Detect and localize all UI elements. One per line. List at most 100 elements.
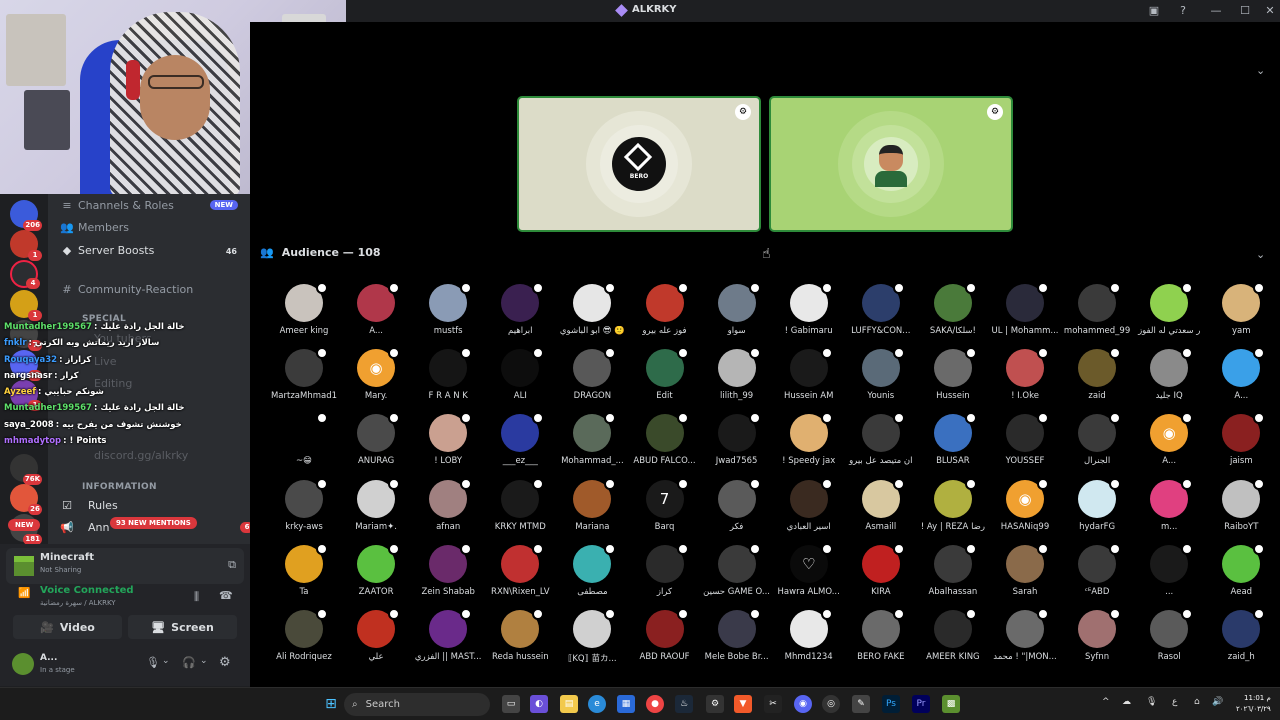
audience-member[interactable]: ABUD FALCO... <box>629 412 701 479</box>
audience-member[interactable]: UL | Mohamm... <box>989 282 1061 349</box>
audience-member[interactable]: الفزري || MAST... <box>412 608 484 675</box>
audience-member[interactable]: A... <box>1205 347 1277 414</box>
audience-member[interactable]: Asmaill <box>845 477 917 545</box>
steam-icon[interactable]: ♨ <box>675 695 693 713</box>
audience-member[interactable]: ABD RAOUF <box>629 608 701 675</box>
audience-member[interactable]: Sarah <box>989 542 1061 610</box>
audience-member[interactable]: ! Gabimaru <box>773 282 845 349</box>
channel-community-reaction[interactable]: # Community-Reaction <box>60 279 193 299</box>
task-view-icon[interactable]: ▭ <box>502 695 520 713</box>
audience-member[interactable]: F R A N K <box>412 347 484 414</box>
help-icon[interactable]: ? <box>1175 3 1191 19</box>
server-icon[interactable]: 1 <box>10 290 42 321</box>
audience-member[interactable]: ◉ Mary. <box>340 347 412 414</box>
audience-member[interactable]: مصطفى <box>556 542 628 610</box>
audience-member[interactable]: MartzaMhmad1 <box>268 347 340 414</box>
voice-connected-title[interactable]: Voice Connected <box>40 585 134 596</box>
gear-icon[interactable]: ⚙ <box>219 655 231 670</box>
channel-rules[interactable]: ☑ Rules <box>60 495 118 515</box>
audience-header[interactable]: 👥 Audience — 108 <box>260 246 381 259</box>
audience-member[interactable]: mustfs <box>412 282 484 349</box>
new-unreads-pill[interactable]: NEW <box>8 519 41 531</box>
audience-member[interactable]: ZAATOR <box>340 542 412 610</box>
microphone-icon[interactable]: 🎙 <box>146 656 160 669</box>
audience-member[interactable]: YOUSSEF <box>989 412 1061 479</box>
capcut-icon[interactable]: ✂ <box>764 695 782 713</box>
audience-member[interactable]: AMEER KING <box>917 608 989 675</box>
chevron-down-icon[interactable]: ⌄ <box>162 656 170 666</box>
audience-member[interactable]: Mohammad_... <box>556 412 628 479</box>
obs-icon[interactable]: ◎ <box>822 695 840 713</box>
audience-member[interactable]: الجنرال <box>1061 412 1133 479</box>
server-icon[interactable]: 206 <box>10 200 42 231</box>
audience-member[interactable]: ! I.Oke <box>989 347 1061 414</box>
audience-member[interactable]: Rasol <box>1133 608 1205 675</box>
audience-member[interactable]: جليد IQ <box>1133 347 1205 414</box>
audience-member[interactable]: hydarFG <box>1061 477 1133 545</box>
noise-suppression-icon[interactable]: ⫼ <box>194 590 199 604</box>
share-screen-icon[interactable]: ⧉ <box>228 558 236 572</box>
screen-share-button[interactable]: 🖥 Screen <box>128 615 237 639</box>
audience-member[interactable]: m... <box>1133 477 1205 545</box>
audience-member[interactable]: ! LOBY <box>412 412 484 479</box>
network-icon[interactable]: ⌂ <box>1194 697 1200 707</box>
mic-tray-icon[interactable]: 🎙 <box>1146 697 1157 707</box>
audience-member[interactable]: yam <box>1205 282 1277 349</box>
audience-member[interactable]: ! Ay | REZA رضا <box>917 477 989 545</box>
audience-member[interactable]: Mariana <box>556 477 628 545</box>
maximize-icon[interactable]: ☐ <box>1237 3 1253 19</box>
video-button[interactable]: 🎥 Video <box>13 615 122 639</box>
server-icon[interactable]: 4 <box>10 260 40 289</box>
close-icon[interactable]: ✕ <box>1262 3 1278 19</box>
audience-member[interactable]: krky-aws <box>268 477 340 545</box>
collapse-chevron-icon[interactable]: ⌄ <box>1256 64 1265 77</box>
speaker-tile[interactable]: ⚙ <box>769 96 1013 232</box>
new-mentions-pill[interactable]: 93 NEW MENTIONS <box>110 517 197 529</box>
store-icon[interactable]: ▦ <box>617 695 635 713</box>
audience-member[interactable]: ALI <box>484 347 556 414</box>
audience-member[interactable]: mohammed_99 <box>1061 282 1133 349</box>
audience-member[interactable]: RXN\Rixen_LV <box>484 542 556 610</box>
audience-member[interactable]: ~😁 <box>268 412 340 479</box>
taskbar-search[interactable]: ⌕ Search <box>344 693 490 716</box>
audience-member[interactable]: Mariam✦. <box>340 477 412 545</box>
audience-member[interactable]: zaid_h <box>1205 608 1277 675</box>
audience-member[interactable]: ◉ A... <box>1133 412 1205 479</box>
audience-member[interactable]: jaism <box>1205 412 1277 479</box>
premiere-icon[interactable]: Pr <box>912 695 930 713</box>
audience-member[interactable]: محمد ! "|MON... <box>989 608 1061 675</box>
volume-icon[interactable]: 🔊 <box>1212 697 1223 707</box>
audience-member[interactable]: ابو الباشوي 😎 🙂 <box>556 282 628 349</box>
audience-member[interactable]: ◉ HASANiq99 <box>989 477 1061 545</box>
audience-member[interactable]: Ta <box>268 542 340 610</box>
audience-member[interactable]: فكر <box>701 477 773 545</box>
audience-member[interactable]: afnan <box>412 477 484 545</box>
audience-member[interactable]: DRAGON <box>556 347 628 414</box>
audience-member[interactable]: حسين GAME O... <box>701 542 773 610</box>
copilot-icon[interactable]: ◐ <box>530 695 548 713</box>
audience-member[interactable]: علي <box>340 608 412 675</box>
snipping-tool-icon[interactable]: ✎ <box>852 695 870 713</box>
audience-member[interactable]: ⟦KQ⟧ 苗カ... <box>556 608 628 675</box>
language-indicator[interactable]: ع <box>1172 697 1177 707</box>
audience-member[interactable]: Mele Bobe Br... <box>701 608 773 675</box>
audience-member[interactable]: KIRA <box>845 542 917 610</box>
speaker-tile[interactable]: BERO ⚙ <box>517 96 761 232</box>
server-icon[interactable]: 76K <box>10 454 42 485</box>
inbox-icon[interactable]: ▣ <box>1146 3 1162 19</box>
audience-member[interactable]: ANURAG <box>340 412 412 479</box>
audience-member[interactable]: Edit <box>629 347 701 414</box>
audience-member[interactable]: ___ez___ <box>484 412 556 479</box>
chrome-icon[interactable]: ● <box>646 695 664 713</box>
audience-member[interactable]: ان متيصد عل بيرو <box>845 412 917 479</box>
audience-member[interactable]: KRKY MTMD <box>484 477 556 545</box>
discord-icon[interactable]: ◉ <box>794 695 812 713</box>
audience-member[interactable]: BERO FAKE <box>845 608 917 675</box>
audience-member[interactable]: ♡ Hawra ALMO... <box>773 542 845 610</box>
voice-channel-name[interactable]: سهرة رمضانية / ALKRKY <box>40 599 116 607</box>
taskbar-clock[interactable]: 11:01 م ٢٠٢٦/٠٣/٢٩ <box>1236 693 1271 715</box>
audience-member[interactable]: ر سعدتي له الفوز <box>1133 282 1205 349</box>
audience-member[interactable]: Younis <box>845 347 917 414</box>
audience-member[interactable]: Syfnn <box>1061 608 1133 675</box>
audience-member[interactable]: Hussein <box>917 347 989 414</box>
